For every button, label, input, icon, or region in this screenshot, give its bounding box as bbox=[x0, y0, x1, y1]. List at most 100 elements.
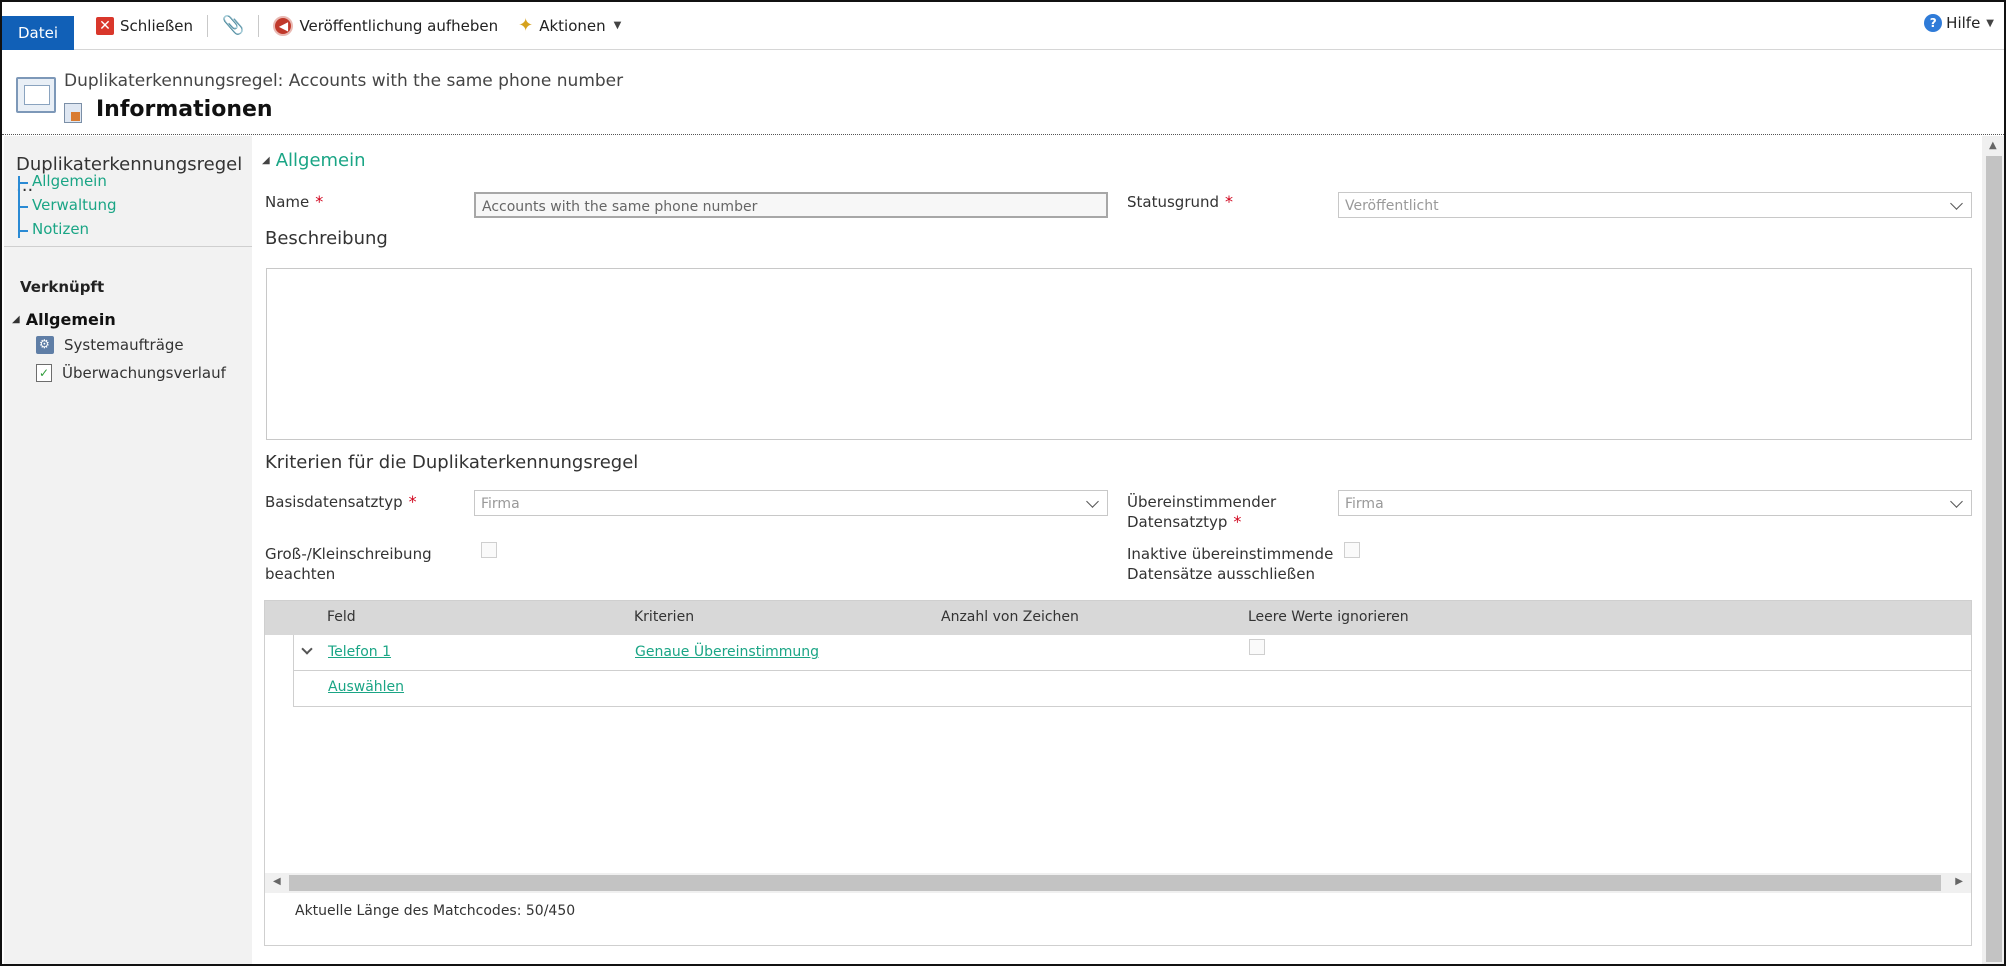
unpublish-button-label: Veröffentlichung aufheben bbox=[299, 16, 499, 35]
help-icon: ? bbox=[1924, 14, 1943, 32]
unpublish-button[interactable]: ◀ Veröffentlichung aufheben bbox=[263, 11, 508, 41]
form-title[interactable]: Informationen bbox=[96, 97, 273, 122]
base-record-type-label: Basisdatensatztyp * bbox=[265, 492, 417, 512]
select-field-link[interactable]: Auswählen bbox=[328, 679, 404, 695]
grid-header: Feld Kriterien Anzahl von Zeichen Leere … bbox=[265, 601, 1971, 635]
caret-down-icon: ▼ bbox=[1986, 17, 1994, 29]
description-heading: Beschreibung bbox=[265, 228, 388, 249]
exclude-inactive-label: Inaktive übereinstimmende Datensätze aus… bbox=[1127, 544, 1333, 584]
nav-link-administration[interactable]: Verwaltung bbox=[18, 196, 117, 214]
scroll-left-icon[interactable]: ◀ bbox=[273, 876, 281, 887]
section-toggle-general[interactable]: ◢ Allgemein bbox=[262, 150, 366, 171]
required-asterisk: * bbox=[1233, 512, 1242, 531]
actions-button-label: Aktionen bbox=[539, 16, 606, 35]
scrollbar-thumb[interactable] bbox=[289, 875, 1941, 891]
duplicate-rule-entity-icon bbox=[16, 77, 56, 113]
toolbar-separator bbox=[207, 14, 209, 37]
description-textarea[interactable] bbox=[266, 268, 1972, 440]
criteria-heading: Kriterien für die Duplikaterkennungsrege… bbox=[265, 452, 639, 473]
name-input[interactable]: Accounts with the same phone number bbox=[474, 192, 1108, 218]
required-asterisk: * bbox=[315, 192, 324, 211]
scroll-right-icon[interactable]: ▶ bbox=[1955, 876, 1963, 887]
related-group-label: Allgemein bbox=[25, 310, 116, 329]
related-group-general[interactable]: ◢ Allgemein bbox=[12, 310, 116, 329]
chevron-down-icon[interactable] bbox=[301, 643, 313, 655]
form-header: Duplikaterkennungsregel: Accounts with t… bbox=[2, 51, 2004, 135]
unpublish-icon: ◀ bbox=[273, 15, 294, 36]
close-icon: ✕ bbox=[96, 16, 114, 35]
base-record-type-value: Firma bbox=[481, 496, 520, 512]
help-button-label: Hilfe bbox=[1946, 14, 1981, 32]
file-tab[interactable]: Datei bbox=[2, 15, 74, 50]
nav-item-label: Überwachungsverlauf bbox=[62, 364, 226, 382]
exclude-inactive-label-line1: Inaktive übereinstimmende bbox=[1127, 545, 1334, 563]
column-header-ignore-blank[interactable]: Leere Werte ignorieren bbox=[1248, 609, 1409, 625]
match-code-length: Aktuelle Länge des Matchcodes: 50/450 bbox=[295, 903, 576, 919]
matching-record-type-label-line1: Übereinstimmender bbox=[1127, 493, 1277, 511]
triangle-down-icon: ◢ bbox=[12, 314, 20, 325]
case-sensitive-label-line2: beachten bbox=[265, 565, 336, 583]
base-record-type-label-text: Basisdatensatztyp bbox=[265, 493, 403, 511]
exclude-inactive-label-line2: Datensätze ausschließen bbox=[1127, 565, 1315, 583]
name-label-text: Name bbox=[265, 193, 310, 211]
case-sensitive-checkbox[interactable] bbox=[481, 542, 497, 558]
nav-item-audit-history[interactable]: Überwachungsverlauf bbox=[36, 364, 226, 382]
triangle-down-icon: ◢ bbox=[262, 155, 270, 166]
chevron-down-icon bbox=[1950, 197, 1963, 210]
case-sensitive-label-line1: Groß-/Kleinschreibung bbox=[265, 545, 432, 563]
attach-button[interactable]: 📎 bbox=[212, 11, 254, 41]
paperclip-icon: 📎 bbox=[222, 15, 245, 36]
column-header-criteria[interactable]: Kriterien bbox=[634, 609, 694, 625]
actions-icon: ✦ bbox=[518, 15, 534, 36]
status-reason-value: Veröffentlicht bbox=[1345, 198, 1439, 214]
scroll-up-icon[interactable]: ▲ bbox=[1989, 140, 1997, 151]
form-body: ◢ Allgemein Name * Accounts with the same… bbox=[252, 136, 1986, 964]
horizontal-scrollbar[interactable]: ◀ ▶ bbox=[265, 873, 1971, 893]
exclude-inactive-checkbox[interactable] bbox=[1344, 542, 1360, 558]
caret-down-icon: ▼ bbox=[613, 20, 622, 31]
form-selector-icon[interactable] bbox=[64, 103, 82, 123]
required-asterisk: * bbox=[1225, 192, 1234, 211]
window-frame: Datei ✕ Schließen 📎 ◀ Veröffentlichung a… bbox=[0, 0, 2006, 966]
scrollbar-thumb[interactable] bbox=[1986, 156, 2002, 962]
vertical-scrollbar[interactable]: ▲ bbox=[1982, 136, 2004, 964]
required-asterisk: * bbox=[408, 492, 417, 511]
criteria-link[interactable]: Genaue Übereinstimmung bbox=[635, 644, 819, 660]
command-bar: Datei ✕ Schließen 📎 ◀ Veröffentlichung a… bbox=[2, 2, 2004, 50]
field-link[interactable]: Telefon 1 bbox=[328, 644, 391, 660]
nav-item-system-jobs[interactable]: Systemaufträge bbox=[36, 336, 184, 354]
matching-record-type-label: Übereinstimmender Datensatztyp * bbox=[1127, 492, 1276, 532]
name-label: Name * bbox=[265, 192, 323, 212]
left-navigation: Duplikaterkennungsregel ... Allgemein Ve… bbox=[4, 136, 252, 964]
ignore-blank-checkbox[interactable] bbox=[1249, 639, 1265, 655]
column-header-char-count[interactable]: Anzahl von Zeichen bbox=[941, 609, 1079, 625]
table-row: Auswählen bbox=[293, 671, 1971, 707]
nav-item-label: Systemaufträge bbox=[64, 336, 184, 354]
table-row: Telefon 1 Genaue Übereinstimmung bbox=[293, 635, 1971, 671]
close-button-label: Schließen bbox=[120, 16, 194, 35]
status-reason-label-text: Statusgrund bbox=[1127, 193, 1220, 211]
toolbar-separator bbox=[258, 14, 260, 37]
audit-history-icon bbox=[36, 364, 52, 382]
matching-record-type-value: Firma bbox=[1345, 496, 1384, 512]
actions-menu-button[interactable]: ✦ Aktionen ▼ bbox=[508, 11, 631, 41]
nav-link-general[interactable]: Allgemein bbox=[18, 172, 107, 190]
section-title: Allgemein bbox=[275, 150, 366, 171]
matching-record-type-select[interactable]: Firma bbox=[1338, 490, 1972, 516]
criteria-grid: Feld Kriterien Anzahl von Zeichen Leere … bbox=[264, 600, 1972, 946]
nav-divider bbox=[4, 246, 252, 247]
case-sensitive-label: Groß-/Kleinschreibung beachten bbox=[265, 544, 432, 584]
nav-link-notes[interactable]: Notizen bbox=[17, 220, 89, 238]
chevron-down-icon bbox=[1950, 495, 1963, 508]
chevron-down-icon bbox=[1086, 495, 1099, 508]
related-heading: Verknüpft bbox=[20, 278, 105, 296]
system-jobs-icon bbox=[36, 336, 54, 354]
base-record-type-select[interactable]: Firma bbox=[474, 490, 1108, 516]
status-reason-select[interactable]: Veröffentlicht bbox=[1338, 192, 1972, 218]
status-reason-label: Statusgrund * bbox=[1127, 192, 1233, 212]
matching-record-type-label-line2: Datensatztyp bbox=[1127, 513, 1228, 531]
column-header-field[interactable]: Feld bbox=[327, 609, 356, 625]
help-button[interactable]: ? Hilfe ▼ bbox=[1924, 14, 1994, 32]
record-title: Duplikaterkennungsregel: Accounts with t… bbox=[64, 71, 624, 91]
close-button[interactable]: ✕ Schließen bbox=[86, 11, 203, 41]
